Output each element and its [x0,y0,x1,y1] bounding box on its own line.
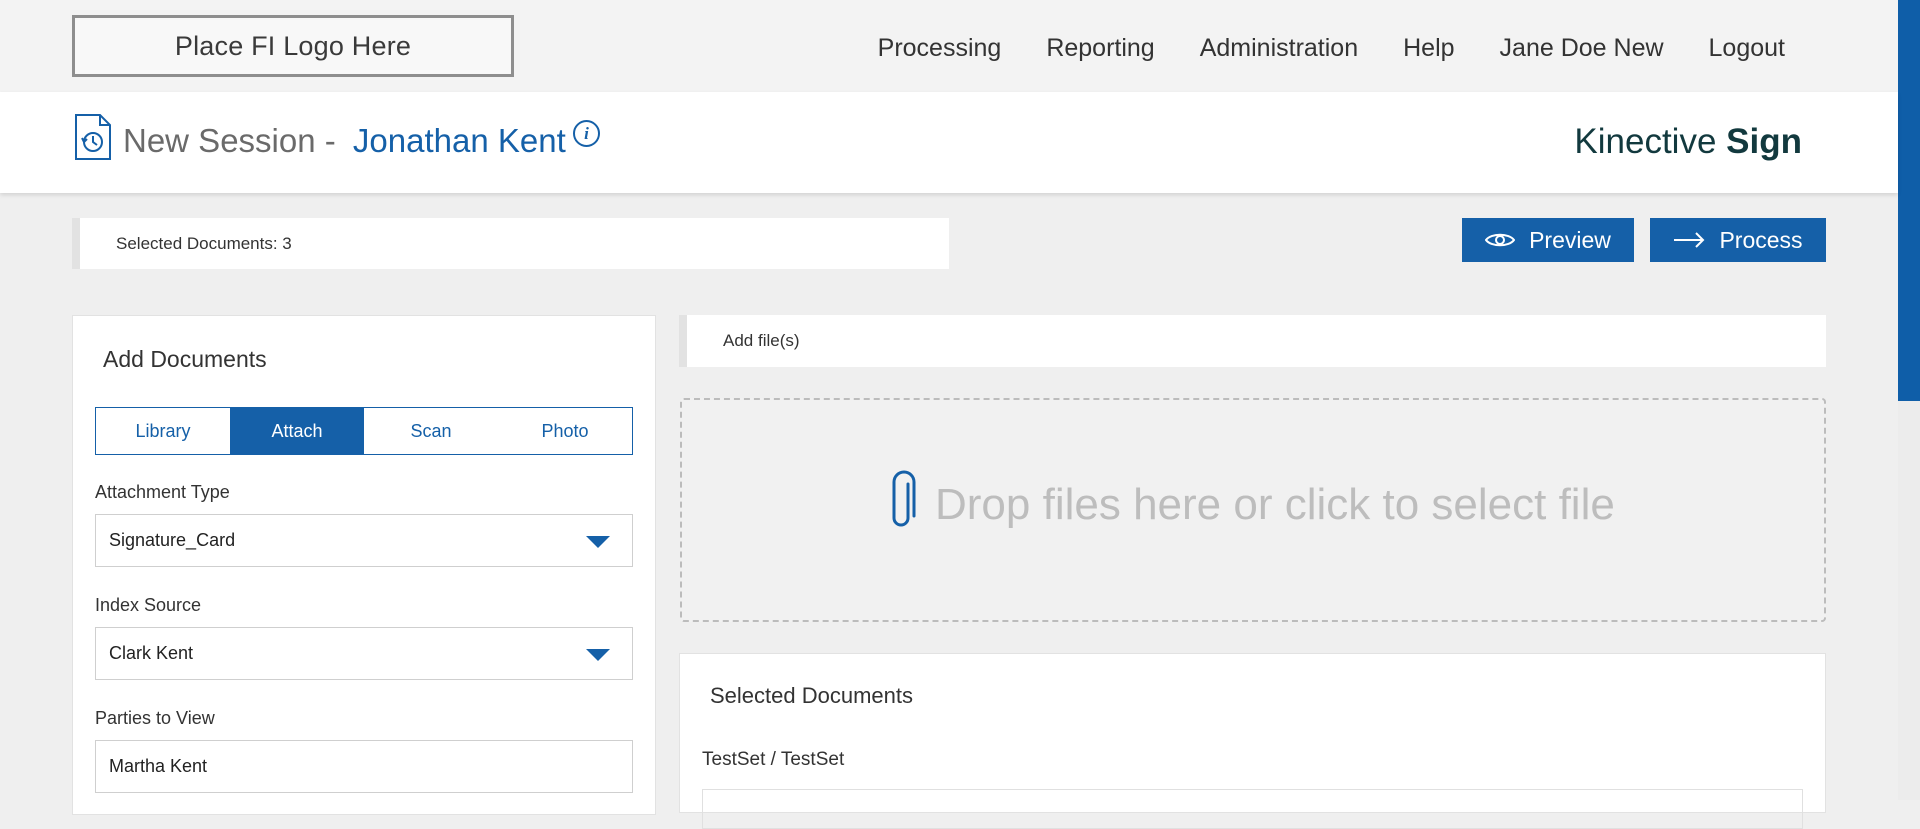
index-source-label: Index Source [95,595,202,615]
tab-photo[interactable]: Photo [498,408,632,454]
selected-documents-panel: Selected Documents TestSet / TestSet [679,653,1826,829]
scrollbar-thumb[interactable] [1898,0,1920,401]
add-files-button[interactable]: Add file(s) [679,315,1826,367]
index-source-value: Clark Kent [109,643,194,663]
nav-reporting[interactable]: Reporting [1046,34,1154,63]
document-set-list [702,789,1803,829]
process-button[interactable]: Process [1650,218,1826,262]
top-navigation-bar: Place FI Logo Here Processing Reporting … [0,0,1898,92]
nav-administration[interactable]: Administration [1200,34,1358,63]
attachment-type-select[interactable]: Signature_Card [95,514,633,567]
selected-documents-title: Selected Documents [710,683,913,708]
tab-scan[interactable]: Scan [364,408,498,454]
main-nav: Processing Reporting Administration Help… [878,34,1785,63]
nav-user-name[interactable]: Jane Doe New [1500,34,1664,63]
tab-attach[interactable]: Attach [230,408,364,454]
parties-to-view-field[interactable]: Martha Kent [95,740,633,793]
nav-processing[interactable]: Processing [878,34,1002,63]
customer-name: Jonathan Kent [352,122,566,159]
process-label: Process [1719,226,1803,253]
add-documents-panel: Add Documents Library Attach Scan Photo … [72,315,656,815]
parties-to-view-label: Parties to View [95,708,215,728]
page-title: New Session - Jonathan Kent [123,122,566,160]
dropzone-text: Drop files here or click to select file [935,480,1615,529]
source-tabs: Library Attach Scan Photo [95,407,633,455]
chevron-down-icon [586,536,610,548]
info-icon[interactable]: i [573,120,600,147]
nav-help[interactable]: Help [1403,34,1454,63]
tab-library[interactable]: Library [96,408,230,454]
attachment-type-value: Signature_Card [109,530,236,550]
eye-icon [1485,233,1516,247]
document-set-name: TestSet / TestSet [702,749,845,770]
brand-light-text: Kinective [1574,122,1717,161]
session-header: New Session - Jonathan Kent i Kinective … [0,92,1898,193]
session-title-prefix: New Session - [123,122,336,159]
file-dropzone[interactable]: Drop files here or click to select file [680,398,1826,622]
add-documents-title: Add Documents [103,346,267,372]
brand-logo: Kinective Sign [1574,122,1802,162]
brand-bold-text: Sign [1726,122,1802,161]
preview-label: Preview [1529,226,1611,253]
fi-logo-placeholder[interactable]: Place FI Logo Here [72,15,514,77]
arrow-right-icon [1674,232,1705,248]
selected-documents-count: Selected Documents: 3 [72,218,949,269]
paperclip-icon [892,470,916,527]
attachment-type-label: Attachment Type [95,482,230,502]
index-source-select[interactable]: Clark Kent [95,627,633,680]
parties-to-view-value: Martha Kent [109,756,208,776]
history-document-icon [75,114,111,160]
nav-logout[interactable]: Logout [1709,34,1785,63]
preview-button[interactable]: Preview [1462,218,1634,262]
vertical-scrollbar[interactable] [1898,0,1920,800]
chevron-down-icon [586,649,610,661]
